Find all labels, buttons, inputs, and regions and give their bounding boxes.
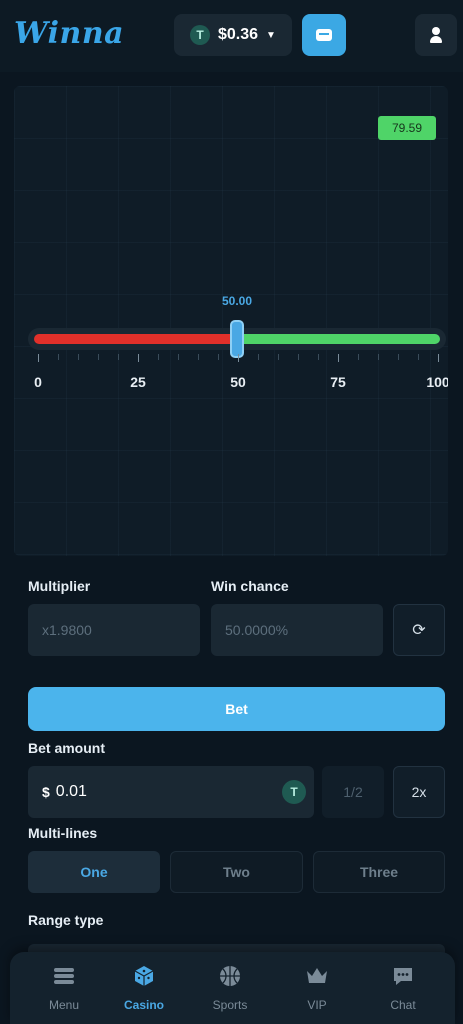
swap-button[interactable]: ⟳: [393, 604, 445, 656]
dollar-prefix: $: [42, 784, 50, 800]
scale-tick: [58, 354, 59, 360]
scale-tick: [418, 354, 419, 360]
wallet-icon: [316, 29, 332, 41]
scale-tick: [338, 354, 339, 362]
menu-icon: [54, 968, 74, 984]
chat-icon: [394, 968, 412, 985]
nav-label: Casino: [123, 998, 164, 1012]
nav-sports[interactable]: Sports: [190, 952, 270, 1024]
tether-icon: T: [282, 780, 306, 804]
scale-tick: [438, 354, 439, 362]
scale-label: 100: [426, 374, 448, 390]
dice-game-area: 79.59 50.00 0 25 50 75 100: [14, 86, 448, 556]
nav-menu[interactable]: Menu: [24, 952, 104, 1024]
wallet-button[interactable]: [302, 14, 346, 56]
range-type-label: Range type: [28, 912, 104, 928]
win-range-track: [237, 334, 440, 344]
bottom-navigation: Menu Casino Sports VIP Chat: [10, 952, 455, 1024]
scale-label: 75: [330, 374, 346, 390]
crown-icon: [307, 968, 327, 983]
scale-label: 25: [130, 374, 146, 390]
scale-tick: [278, 354, 279, 360]
tether-icon: T: [190, 25, 210, 45]
scale-tick: [298, 354, 299, 360]
chevron-down-icon: ▼: [266, 29, 276, 41]
scale-tick: [258, 354, 259, 360]
half-bet-button[interactable]: 1/2: [322, 766, 384, 818]
multi-lines-label: Multi-lines: [28, 825, 98, 841]
lose-range-track: [34, 334, 237, 344]
win-chance-input[interactable]: 50.0000%: [211, 604, 383, 656]
nav-label: Sports: [212, 998, 248, 1012]
win-chance-label: Win chance: [211, 578, 289, 594]
bet-button[interactable]: Bet: [28, 687, 445, 731]
scale-tick: [138, 354, 139, 362]
multiplier-input[interactable]: x1.9800: [28, 604, 200, 656]
scale-tick: [98, 354, 99, 360]
multiplier-label: Multiplier: [28, 578, 91, 594]
dice-icon: [134, 966, 154, 986]
bet-amount-label: Bet amount: [28, 740, 105, 756]
scale-tick: [78, 354, 79, 360]
nav-label: Menu: [48, 998, 80, 1012]
nav-label: VIP: [307, 998, 327, 1012]
slider-ticks: [38, 354, 439, 364]
scale-tick: [378, 354, 379, 360]
result-badge: 79.59: [378, 116, 436, 140]
scale-tick: [118, 354, 119, 360]
range-slider[interactable]: [28, 320, 446, 358]
bet-amount-value: 0.01: [55, 783, 87, 800]
scale-tick: [218, 354, 219, 360]
multi-lines-option-two[interactable]: Two: [170, 851, 303, 893]
scale-tick: [318, 354, 319, 360]
winna-logo[interactable]: Winna: [14, 16, 124, 51]
nav-casino[interactable]: Casino: [104, 952, 184, 1024]
nav-label: Chat: [390, 998, 416, 1012]
basketball-icon: [220, 966, 240, 986]
scale-tick: [358, 354, 359, 360]
double-bet-button[interactable]: 2x: [393, 766, 445, 818]
scale-tick: [238, 354, 239, 362]
nav-vip[interactable]: VIP: [277, 952, 357, 1024]
scale-tick: [158, 354, 159, 360]
slider-value-label: 50.00: [221, 294, 253, 308]
balance-dropdown[interactable]: T $0.36 ▼: [174, 14, 292, 56]
scale-tick: [178, 354, 179, 360]
balance-value: $0.36: [218, 26, 259, 43]
nav-chat[interactable]: Chat: [363, 952, 443, 1024]
multi-lines-option-three[interactable]: Three: [313, 851, 445, 893]
user-icon: [428, 27, 444, 43]
bet-amount-input[interactable]: $ 0.01 T: [28, 766, 314, 818]
multi-lines-option-one[interactable]: One: [28, 851, 160, 893]
scale-tick: [198, 354, 199, 360]
refresh-icon: ⟳: [412, 622, 426, 639]
scale-label: 50: [230, 374, 246, 390]
scale-label: 0: [34, 374, 42, 390]
scale-tick: [398, 354, 399, 360]
scale-tick: [38, 354, 39, 362]
slider-handle[interactable]: [230, 320, 244, 358]
top-header: Winna T $0.36 ▼: [0, 0, 463, 72]
profile-button[interactable]: [415, 14, 457, 56]
